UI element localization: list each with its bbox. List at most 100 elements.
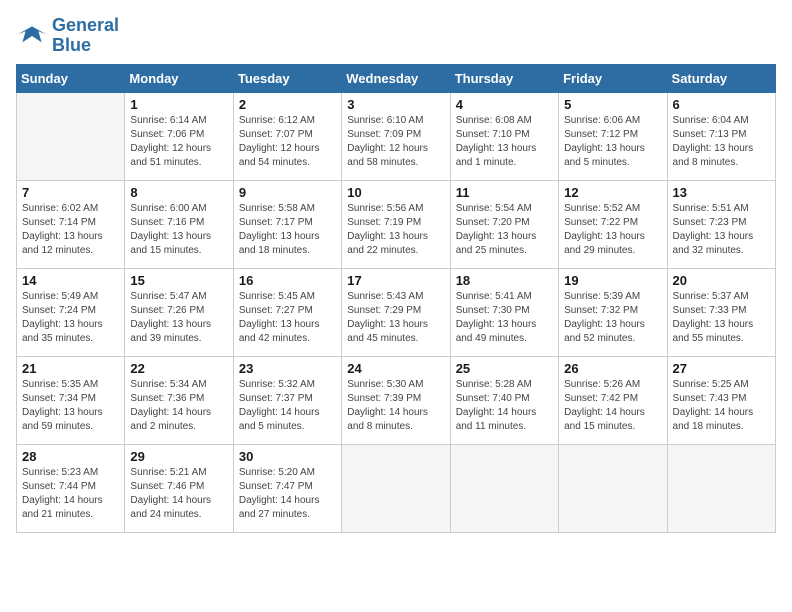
calendar-day-cell: 21Sunrise: 5:35 AM Sunset: 7:34 PM Dayli… — [17, 356, 125, 444]
day-info: Sunrise: 5:52 AM Sunset: 7:22 PM Dayligh… — [564, 202, 661, 258]
calendar-day-cell: 7 Sunrise: 6:02 AM Sunset: 7:14 PM Daylig… — [17, 180, 125, 268]
calendar-week-row: 7 Sunrise: 6:02 AM Sunset: 7:14 PM Daylig… — [17, 180, 776, 268]
day-number: 24 — [347, 361, 444, 376]
calendar-day-cell — [667, 444, 775, 532]
day-number: 30 — [239, 449, 336, 464]
day-number: 9 — [239, 185, 336, 200]
calendar-header-row: SundayMondayTuesdayWednesdayThursdayFrid… — [17, 64, 776, 92]
day-info: Sunrise: 5:32 AM Sunset: 7:37 PM Dayligh… — [239, 378, 336, 434]
day-info: Sunrise: 5:39 AM Sunset: 7:32 PM Dayligh… — [564, 290, 661, 346]
calendar-day-cell — [17, 92, 125, 180]
calendar-day-cell: 23Sunrise: 5:32 AM Sunset: 7:37 PM Dayli… — [233, 356, 341, 444]
calendar-day-cell: 4Sunrise: 6:08 AM Sunset: 7:10 PM Daylig… — [450, 92, 558, 180]
day-info: Sunrise: 5:26 AM Sunset: 7:42 PM Dayligh… — [564, 378, 661, 434]
calendar-week-row: 1 Sunrise: 6:14 AM Sunset: 7:06 PM Daylig… — [17, 92, 776, 180]
day-info: Sunrise: 5:35 AM Sunset: 7:34 PM Dayligh… — [22, 378, 119, 434]
weekday-header: Monday — [125, 64, 233, 92]
day-info: Sunrise: 5:49 AM Sunset: 7:24 PM Dayligh… — [22, 290, 119, 346]
calendar-day-cell: 28 Sunrise: 5:23 AM Sunset: 7:44 PM Dayli… — [17, 444, 125, 532]
day-info: Sunrise: 6:12 AM Sunset: 7:07 PM Dayligh… — [239, 114, 336, 170]
calendar-day-cell: 30 Sunrise: 5:20 AM Sunset: 7:47 PM Dayli… — [233, 444, 341, 532]
calendar-day-cell: 27 Sunrise: 5:25 AM Sunset: 7:43 PM Dayli… — [667, 356, 775, 444]
day-number: 16 — [239, 273, 336, 288]
calendar-day-cell: 19 Sunrise: 5:39 AM Sunset: 7:32 PM Dayli… — [559, 268, 667, 356]
day-number: 2 — [239, 97, 336, 112]
logo-text: General Blue — [52, 16, 119, 56]
calendar-day-cell: 22Sunrise: 5:34 AM Sunset: 7:36 PM Dayli… — [125, 356, 233, 444]
day-info: Sunrise: 5:43 AM Sunset: 7:29 PM Dayligh… — [347, 290, 444, 346]
day-info: Sunrise: 6:06 AM Sunset: 7:12 PM Dayligh… — [564, 114, 661, 170]
weekday-header: Tuesday — [233, 64, 341, 92]
calendar-week-row: 21Sunrise: 5:35 AM Sunset: 7:34 PM Dayli… — [17, 356, 776, 444]
calendar-week-row: 28 Sunrise: 5:23 AM Sunset: 7:44 PM Dayli… — [17, 444, 776, 532]
calendar-day-cell: 12 Sunrise: 5:52 AM Sunset: 7:22 PM Dayli… — [559, 180, 667, 268]
day-number: 28 — [22, 449, 119, 464]
day-info: Sunrise: 5:28 AM Sunset: 7:40 PM Dayligh… — [456, 378, 553, 434]
day-info: Sunrise: 6:02 AM Sunset: 7:14 PM Dayligh… — [22, 202, 119, 258]
calendar-day-cell — [450, 444, 558, 532]
day-info: Sunrise: 6:04 AM Sunset: 7:13 PM Dayligh… — [673, 114, 770, 170]
day-number: 3 — [347, 97, 444, 112]
day-number: 6 — [673, 97, 770, 112]
page-header: General Blue — [16, 16, 776, 56]
calendar-day-cell: 11Sunrise: 5:54 AM Sunset: 7:20 PM Dayli… — [450, 180, 558, 268]
weekday-header: Saturday — [667, 64, 775, 92]
calendar-day-cell: 24 Sunrise: 5:30 AM Sunset: 7:39 PM Dayli… — [342, 356, 450, 444]
day-number: 4 — [456, 97, 553, 112]
calendar-table: SundayMondayTuesdayWednesdayThursdayFrid… — [16, 64, 776, 533]
day-number: 29 — [130, 449, 227, 464]
day-number: 27 — [673, 361, 770, 376]
calendar-day-cell: 14 Sunrise: 5:49 AM Sunset: 7:24 PM Dayli… — [17, 268, 125, 356]
day-number: 1 — [130, 97, 227, 112]
calendar-day-cell: 17Sunrise: 5:43 AM Sunset: 7:29 PM Dayli… — [342, 268, 450, 356]
day-info: Sunrise: 5:58 AM Sunset: 7:17 PM Dayligh… — [239, 202, 336, 258]
day-info: Sunrise: 5:45 AM Sunset: 7:27 PM Dayligh… — [239, 290, 336, 346]
day-info: Sunrise: 5:51 AM Sunset: 7:23 PM Dayligh… — [673, 202, 770, 258]
calendar-day-cell: 15 Sunrise: 5:47 AM Sunset: 7:26 PM Dayli… — [125, 268, 233, 356]
day-info: Sunrise: 5:25 AM Sunset: 7:43 PM Dayligh… — [673, 378, 770, 434]
logo: General Blue — [16, 16, 119, 56]
calendar-day-cell: 26 Sunrise: 5:26 AM Sunset: 7:42 PM Dayli… — [559, 356, 667, 444]
calendar-day-cell: 9 Sunrise: 5:58 AM Sunset: 7:17 PM Daylig… — [233, 180, 341, 268]
day-info: Sunrise: 5:21 AM Sunset: 7:46 PM Dayligh… — [130, 466, 227, 522]
logo-icon — [16, 20, 48, 52]
day-number: 18 — [456, 273, 553, 288]
day-number: 5 — [564, 97, 661, 112]
day-info: Sunrise: 5:34 AM Sunset: 7:36 PM Dayligh… — [130, 378, 227, 434]
calendar-day-cell: 6 Sunrise: 6:04 AM Sunset: 7:13 PM Daylig… — [667, 92, 775, 180]
calendar-day-cell: 25 Sunrise: 5:28 AM Sunset: 7:40 PM Dayli… — [450, 356, 558, 444]
calendar-week-row: 14 Sunrise: 5:49 AM Sunset: 7:24 PM Dayli… — [17, 268, 776, 356]
calendar-day-cell: 18 Sunrise: 5:41 AM Sunset: 7:30 PM Dayli… — [450, 268, 558, 356]
day-info: Sunrise: 5:30 AM Sunset: 7:39 PM Dayligh… — [347, 378, 444, 434]
day-info: Sunrise: 6:10 AM Sunset: 7:09 PM Dayligh… — [347, 114, 444, 170]
calendar-day-cell: 5 Sunrise: 6:06 AM Sunset: 7:12 PM Daylig… — [559, 92, 667, 180]
calendar-day-cell: 10 Sunrise: 5:56 AM Sunset: 7:19 PM Dayli… — [342, 180, 450, 268]
day-number: 19 — [564, 273, 661, 288]
day-info: Sunrise: 5:23 AM Sunset: 7:44 PM Dayligh… — [22, 466, 119, 522]
day-number: 7 — [22, 185, 119, 200]
day-info: Sunrise: 5:41 AM Sunset: 7:30 PM Dayligh… — [456, 290, 553, 346]
day-number: 12 — [564, 185, 661, 200]
day-number: 11 — [456, 185, 553, 200]
calendar-day-cell: 29 Sunrise: 5:21 AM Sunset: 7:46 PM Dayli… — [125, 444, 233, 532]
day-number: 14 — [22, 273, 119, 288]
day-number: 25 — [456, 361, 553, 376]
calendar-day-cell: 16 Sunrise: 5:45 AM Sunset: 7:27 PM Dayli… — [233, 268, 341, 356]
day-info: Sunrise: 5:47 AM Sunset: 7:26 PM Dayligh… — [130, 290, 227, 346]
day-number: 8 — [130, 185, 227, 200]
weekday-header: Wednesday — [342, 64, 450, 92]
day-info: Sunrise: 6:14 AM Sunset: 7:06 PM Dayligh… — [130, 114, 227, 170]
day-number: 15 — [130, 273, 227, 288]
day-info: Sunrise: 5:20 AM Sunset: 7:47 PM Dayligh… — [239, 466, 336, 522]
calendar-day-cell: 20Sunrise: 5:37 AM Sunset: 7:33 PM Dayli… — [667, 268, 775, 356]
calendar-day-cell: 3 Sunrise: 6:10 AM Sunset: 7:09 PM Daylig… — [342, 92, 450, 180]
weekday-header: Thursday — [450, 64, 558, 92]
calendar-day-cell: 8Sunrise: 6:00 AM Sunset: 7:16 PM Daylig… — [125, 180, 233, 268]
weekday-header: Sunday — [17, 64, 125, 92]
day-number: 10 — [347, 185, 444, 200]
day-number: 26 — [564, 361, 661, 376]
day-info: Sunrise: 5:56 AM Sunset: 7:19 PM Dayligh… — [347, 202, 444, 258]
calendar-day-cell: 2 Sunrise: 6:12 AM Sunset: 7:07 PM Daylig… — [233, 92, 341, 180]
calendar-day-cell — [559, 444, 667, 532]
day-info: Sunrise: 5:37 AM Sunset: 7:33 PM Dayligh… — [673, 290, 770, 346]
